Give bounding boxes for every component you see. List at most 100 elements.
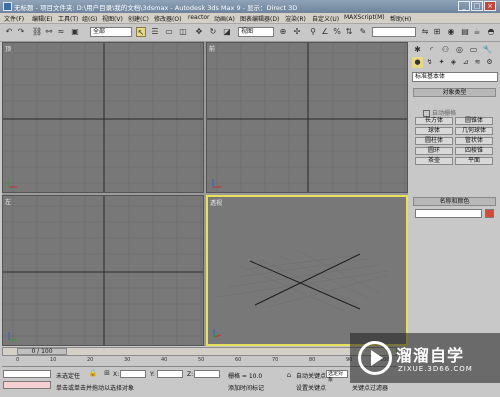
viewport-top[interactable]: 顶 (2, 42, 204, 193)
selected-object-dropdown[interactable]: 选定对象 (326, 370, 348, 383)
window-crossing-icon[interactable]: ◫ (178, 27, 188, 37)
maxscript-listener[interactable] (3, 370, 51, 378)
time-slider-knob[interactable]: 0 / 100 (17, 348, 67, 355)
material-editor-icon[interactable]: ◉ (446, 27, 456, 37)
menu-reactor[interactable]: reactor (188, 14, 210, 21)
maxscript-output[interactable] (3, 381, 51, 389)
viewport-label-front[interactable]: 前 (209, 44, 215, 53)
reference-coord-dropdown[interactable]: 视图 (238, 27, 274, 37)
viewport-front[interactable]: 前 (206, 42, 408, 193)
viewport-left[interactable]: 左 (2, 195, 204, 346)
create-tab-icon[interactable]: ✱ (412, 44, 423, 55)
menu-graph-editors[interactable]: 图表编辑器(D) (240, 14, 279, 23)
x-coord-field[interactable] (120, 370, 146, 378)
viewport-perspective[interactable]: 透视 (206, 195, 408, 346)
key-mode-icon[interactable]: ⌂ (284, 370, 294, 380)
motion-tab-icon[interactable]: ◎ (454, 44, 465, 55)
auto-key-button[interactable]: 自动关键点 (296, 371, 326, 380)
hierarchy-tab-icon[interactable]: ⚇ (440, 44, 451, 55)
track-bar[interactable]: 0 10 20 30 40 50 60 70 80 90 100 (2, 357, 397, 367)
render-teapot-icon[interactable]: ◓ (486, 27, 496, 37)
object-name-field[interactable] (415, 209, 482, 218)
utilities-tab-icon[interactable]: 🔧 (482, 44, 493, 55)
undo-icon[interactable]: ↶ (4, 27, 14, 37)
box-button[interactable]: 长方体 (415, 117, 453, 125)
object-color-swatch[interactable] (485, 209, 494, 218)
pivot-center-icon[interactable]: ⊕ (278, 27, 288, 37)
menu-create[interactable]: 创建(C) (128, 14, 149, 23)
max-app-icon[interactable] (3, 2, 12, 11)
menu-group[interactable]: 组(G) (82, 14, 97, 23)
select-object-icon[interactable]: ↖ (136, 27, 146, 37)
category-dropdown[interactable]: 标准基本体 (412, 72, 498, 82)
quick-render-icon[interactable]: ☕ (472, 27, 482, 37)
helpers-icon[interactable]: ⊿ (460, 57, 471, 68)
shapes-icon[interactable]: ↯ (424, 57, 435, 68)
menu-edit[interactable]: 编辑(E) (32, 14, 52, 23)
redo-icon[interactable]: ↷ (16, 27, 26, 37)
menu-help[interactable]: 帮助(H) (390, 14, 411, 23)
menu-maxscript[interactable]: MAXScript(M) (344, 14, 385, 21)
mirror-icon[interactable]: ⇋ (420, 27, 430, 37)
display-tab-icon[interactable]: ▭ (468, 44, 479, 55)
absolute-mode-icon[interactable]: ⊞ (102, 368, 112, 378)
maximize-button[interactable]: □ (471, 1, 483, 11)
named-selection-dropdown[interactable] (372, 27, 416, 37)
viewport-label-left[interactable]: 左 (5, 197, 11, 206)
key-filters-button[interactable]: 关键点过滤器 (352, 383, 388, 392)
snap-toggle-icon[interactable]: ⚲ (308, 27, 318, 37)
manipulate-icon[interactable]: ✣ (292, 27, 302, 37)
add-time-tag[interactable]: 添加时间标记 (228, 383, 264, 392)
cameras-icon[interactable]: ◈ (448, 57, 459, 68)
align-icon[interactable]: ⊞ (432, 27, 442, 37)
percent-snap-icon[interactable]: % (332, 27, 342, 37)
lights-icon[interactable]: ✦ (436, 57, 447, 68)
teapot-button[interactable]: 茶壶 (415, 157, 453, 165)
tube-button[interactable]: 管状体 (455, 137, 493, 145)
space-warps-icon[interactable]: ≋ (472, 57, 483, 68)
menu-file[interactable]: 文件(F) (4, 14, 24, 23)
unlink-icon[interactable]: ⚯ (44, 27, 54, 37)
plane-button[interactable]: 平面 (455, 157, 493, 165)
selection-filter-dropdown[interactable]: 全部 (90, 27, 132, 37)
lock-selection-icon[interactable]: 🔒 (88, 368, 98, 378)
systems-icon[interactable]: ⚙ (484, 57, 495, 68)
pyramid-button[interactable]: 四棱锥 (455, 147, 493, 155)
scale-icon[interactable]: ◪ (222, 27, 232, 37)
menu-modifiers[interactable]: 修改器(O) (154, 14, 181, 23)
move-icon[interactable]: ✥ (194, 27, 204, 37)
torus-button[interactable]: 圆环 (415, 147, 453, 155)
geometry-icon[interactable]: ● (412, 57, 423, 68)
geosphere-button[interactable]: 几何球体 (455, 127, 493, 135)
angle-snap-icon[interactable]: ∠ (320, 27, 330, 37)
rect-selection-icon[interactable]: ▭ (164, 27, 174, 37)
viewport-label-perspective[interactable]: 透视 (210, 198, 222, 207)
name-color-rollout[interactable]: 名称和颜色 (413, 197, 496, 206)
bind-space-warp-icon[interactable]: ≈ (56, 27, 66, 37)
sphere-button[interactable]: 球体 (415, 127, 453, 135)
menu-customize[interactable]: 自定义(U) (312, 14, 339, 23)
modify-tab-icon[interactable]: ◜ (426, 44, 437, 55)
y-coord-field[interactable] (157, 370, 183, 378)
select-by-name-icon[interactable]: ☰ (150, 27, 160, 37)
set-key-button[interactable]: 设置关键点 (296, 383, 326, 392)
menu-views[interactable]: 视图(V) (102, 14, 123, 23)
cylinder-button[interactable]: 圆柱体 (415, 137, 453, 145)
autogrid-box[interactable] (423, 110, 430, 117)
menu-animation[interactable]: 动画(A) (214, 14, 235, 23)
edit-named-sel-icon[interactable]: ✎ (358, 27, 368, 37)
render-setup-icon[interactable]: ▤ (460, 27, 470, 37)
close-button[interactable]: × (484, 1, 496, 11)
rotate-icon[interactable]: ↻ (208, 27, 218, 37)
time-slider[interactable]: 0 / 100 (2, 347, 397, 356)
minimize-button[interactable]: _ (458, 1, 470, 11)
cone-button[interactable]: 圆锥体 (455, 117, 493, 125)
menu-tools[interactable]: 工具(T) (58, 14, 78, 23)
menu-rendering[interactable]: 渲染(R) (285, 14, 306, 23)
viewport-label-top[interactable]: 顶 (5, 44, 11, 53)
spinner-snap-icon[interactable]: ⇅ (344, 27, 354, 37)
select-region-icon[interactable]: ▣ (70, 27, 80, 37)
z-coord-field[interactable] (194, 370, 220, 378)
object-type-rollout[interactable]: 对象类型 (413, 88, 496, 97)
select-link-icon[interactable]: ⛓ (32, 27, 42, 37)
